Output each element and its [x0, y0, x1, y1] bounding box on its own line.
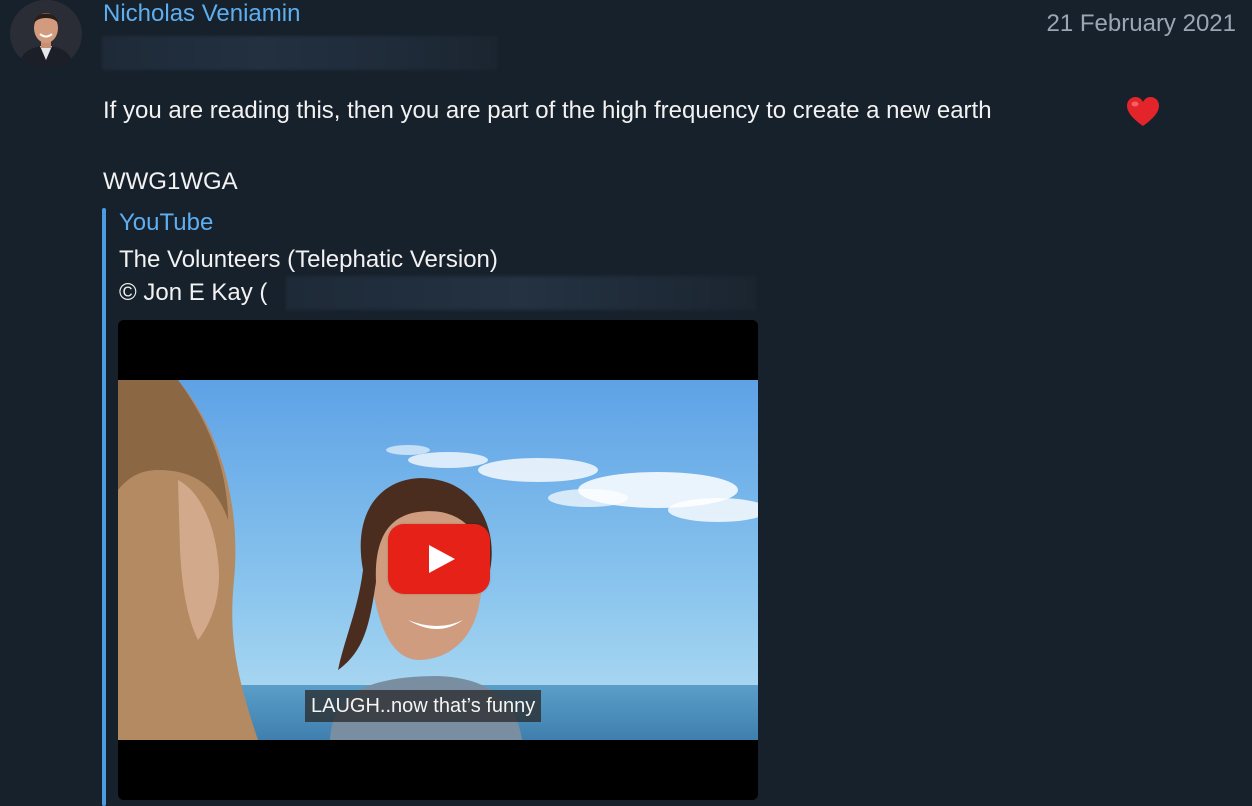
video-caption: LAUGH..now that’s funny — [305, 690, 542, 722]
link-preview-accent-bar — [102, 208, 106, 806]
link-preview-description: © Jon E Kay ( — [119, 279, 268, 306]
avatar[interactable] — [10, 0, 82, 68]
message: Nicholas Veniamin 21 February 2021 If yo… — [0, 0, 1252, 806]
red-heart-icon — [1126, 96, 1160, 133]
sender-name[interactable]: Nicholas Veniamin — [103, 0, 300, 28]
link-preview-site-name[interactable]: YouTube — [119, 209, 213, 237]
link-preview-title: The Volunteers (Telephatic Version) — [119, 246, 498, 273]
play-icon — [429, 545, 455, 573]
redacted-description — [286, 276, 756, 310]
message-date: 21 February 2021 — [1046, 10, 1236, 37]
play-button[interactable] — [388, 524, 490, 594]
video-thumbnail[interactable]: LAUGH..now that’s funny — [118, 320, 758, 800]
redacted-subtitle — [102, 36, 498, 70]
message-text-line-2: WWG1WGA — [103, 168, 238, 195]
message-text-line-1: If you are reading this, then you are pa… — [103, 97, 992, 124]
